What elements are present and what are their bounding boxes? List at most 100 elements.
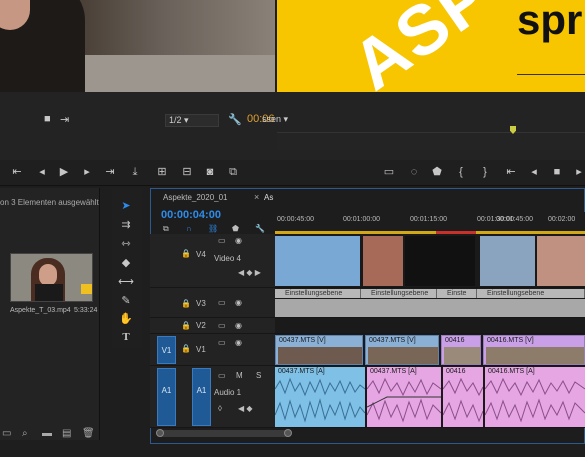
fit-select[interactable]: ssen ▾ <box>262 114 310 127</box>
a1-sync-icon[interactable]: ▭ <box>218 371 226 380</box>
scroll-end-handle[interactable] <box>284 429 292 437</box>
step-back-icon[interactable]: ⇤ <box>10 165 24 179</box>
camera-icon[interactable]: ◙ <box>203 165 217 179</box>
selection-tool-icon[interactable]: ➤ <box>118 198 134 214</box>
next-frame-icon[interactable]: ▸ <box>80 165 94 179</box>
v1-eye-icon[interactable]: ◉ <box>235 338 242 347</box>
timeline-timecode[interactable]: 00:00:04:00 <box>161 209 221 221</box>
a1-mute[interactable]: M <box>236 371 243 380</box>
a1-volume-icon[interactable]: ◊ <box>218 404 222 413</box>
a1-source-patch[interactable]: A1 <box>157 368 176 426</box>
track-header-v2[interactable] <box>150 318 275 334</box>
a1-track-target[interactable]: A1 <box>192 368 211 426</box>
go-to-in-icon[interactable]: ⇤ <box>504 165 518 179</box>
tab-sequence[interactable]: Aspekte_2020_01 <box>163 193 228 202</box>
trash-icon[interactable]: 🗑 <box>82 428 95 439</box>
ruler-label-2: 00:01:00:00 <box>343 216 380 223</box>
overwrite-icon[interactable]: ⊞ <box>155 165 169 179</box>
v1-sync-icon[interactable]: ▭ <box>218 338 226 347</box>
nest-icon[interactable]: ⧉ <box>163 224 169 234</box>
v4-name: Video 4 <box>214 254 241 263</box>
v1-source-patch[interactable]: V1 <box>157 336 176 364</box>
prog-next-icon[interactable]: ▸ <box>572 165 585 179</box>
v3-sync-icon[interactable]: ▭ <box>218 298 226 307</box>
v4-lock-icon[interactable]: 🔒 <box>181 249 191 258</box>
track-lane-a1[interactable]: 00437.MTS [A] 00437.MTS [A] 00416 00416.… <box>275 366 585 428</box>
prev-frame-icon[interactable]: ◂ <box>35 165 49 179</box>
track-lane-v1[interactable]: 00437.MTS [V] 00437.MTS [V] 00416 00416.… <box>275 334 585 366</box>
track-lane-v4[interactable] <box>275 234 585 288</box>
v1-lock-icon[interactable]: 🔒 <box>181 344 191 353</box>
tab-close-icon[interactable]: × <box>254 192 259 202</box>
adjustment-clip-3[interactable]: Einste <box>437 289 477 298</box>
insert-edit-icon[interactable]: ⇥ <box>60 113 69 126</box>
folder-icon[interactable]: ▭ <box>2 428 11 439</box>
v4-eye-icon[interactable]: ◉ <box>235 236 242 245</box>
v2-sync-icon[interactable]: ▭ <box>218 321 226 330</box>
prog-step-back-icon[interactable]: ◂ <box>527 165 541 179</box>
video-clip-1[interactable]: 00437.MTS [V] <box>275 335 363 365</box>
clip-duration: 5:33:24 <box>74 307 98 314</box>
adjustment-clip-1[interactable]: Einstellungsebene <box>275 289 361 298</box>
hand-tool-icon[interactable]: ✋ <box>118 311 134 327</box>
adjustment-clip-4[interactable]: Einstellungsebene <box>477 289 585 298</box>
clip-name: Aspekte_T_03.mp4 <box>10 307 71 314</box>
clip-thumbnail[interactable] <box>10 253 93 302</box>
v4-sync-icon[interactable]: ▭ <box>218 236 226 245</box>
type-tool-icon[interactable]: T <box>118 329 134 345</box>
a1-name: Audio 1 <box>214 388 242 397</box>
track-header-v4[interactable] <box>150 234 275 288</box>
v2-eye-icon[interactable]: ◉ <box>235 321 242 330</box>
go-to-out-icon[interactable]: ⇥ <box>103 165 117 179</box>
video-clip-2[interactable]: 00437.MTS [V] <box>365 335 439 365</box>
add-marker-tl-icon[interactable]: ⬟ <box>232 224 239 233</box>
audio-clip-3[interactable]: 00416 <box>443 367 483 427</box>
v4-keyframe-icon[interactable]: ◀ ◆ ▶ <box>238 268 261 277</box>
stop-icon[interactable]: ■ <box>550 165 564 179</box>
program-ruler[interactable] <box>277 132 585 150</box>
insert-icon[interactable]: ⤓ <box>128 165 142 179</box>
pen-tool-icon[interactable]: ✎ <box>118 293 134 309</box>
ruler-label-5: 00:01:45:00 <box>496 216 533 223</box>
new-item-icon[interactable]: ▤ <box>62 428 71 439</box>
new-bin-icon[interactable]: ▬ <box>42 428 52 439</box>
v3-lock-icon[interactable]: 🔒 <box>181 299 191 308</box>
play-icon[interactable]: ▶ <box>57 165 71 179</box>
program-title-text: ASP <box>338 0 506 105</box>
track-select-tool-icon[interactable]: ⇉ <box>118 217 134 233</box>
linked-selection-icon[interactable]: ⛓ <box>208 224 218 233</box>
lift-icon[interactable]: ⊟ <box>180 165 194 179</box>
tab-sequence-2[interactable]: As <box>264 193 273 202</box>
v2-lock-icon[interactable]: 🔒 <box>181 321 191 330</box>
search-icon[interactable]: ⌕ <box>22 428 28 439</box>
safe-margins-icon[interactable]: ▭ <box>382 165 396 179</box>
track-lane-v2[interactable] <box>275 318 585 334</box>
a1-keyframe-icon[interactable]: ◀ ◆ <box>238 404 253 413</box>
ripple-edit-tool-icon[interactable]: ⇿ <box>118 236 134 252</box>
timeline-settings-icon[interactable]: 🔧 <box>255 224 265 233</box>
v3-eye-icon[interactable]: ◉ <box>235 298 242 307</box>
source-zoom-select[interactable]: 1/2 ▾ <box>165 114 219 127</box>
scroll-start-handle[interactable] <box>156 429 164 437</box>
source-monitor-video <box>0 0 275 92</box>
timeline-horizontal-scrollbar[interactable] <box>158 430 290 437</box>
wrench-icon[interactable]: 🔧 <box>228 113 242 126</box>
audio-clip-1[interactable]: 00437.MTS [A] <box>275 367 365 427</box>
marker-icon[interactable]: ■ <box>44 113 51 125</box>
add-marker-icon[interactable]: ⬟ <box>430 165 444 179</box>
snap-icon[interactable]: ∩ <box>186 224 192 233</box>
track-lane-v3[interactable]: Einstellungsebene Einstellungsebene Eins… <box>275 288 585 318</box>
export-frame-icon[interactable]: ⧉ <box>226 165 240 179</box>
adjustment-clip-2[interactable]: Einstellungsebene <box>361 289 437 298</box>
razor-tool-icon[interactable]: ◆ <box>118 255 134 271</box>
track-header-v3[interactable] <box>150 288 275 318</box>
a1-solo[interactable]: S <box>256 371 261 380</box>
slip-tool-icon[interactable]: ⟷ <box>118 274 134 290</box>
mark-out-icon[interactable]: } <box>478 165 492 179</box>
audio-clip-4[interactable]: 00416.MTS [A] <box>485 367 585 427</box>
mark-in-icon[interactable]: { <box>454 165 468 179</box>
video-clip-3[interactable]: 00416 <box>441 335 481 365</box>
audio-clip-2[interactable]: 00437.MTS [A] <box>367 367 441 427</box>
video-clip-4[interactable]: 00416.MTS [V] <box>483 335 585 365</box>
comment-icon[interactable]: ◌ <box>407 165 421 179</box>
